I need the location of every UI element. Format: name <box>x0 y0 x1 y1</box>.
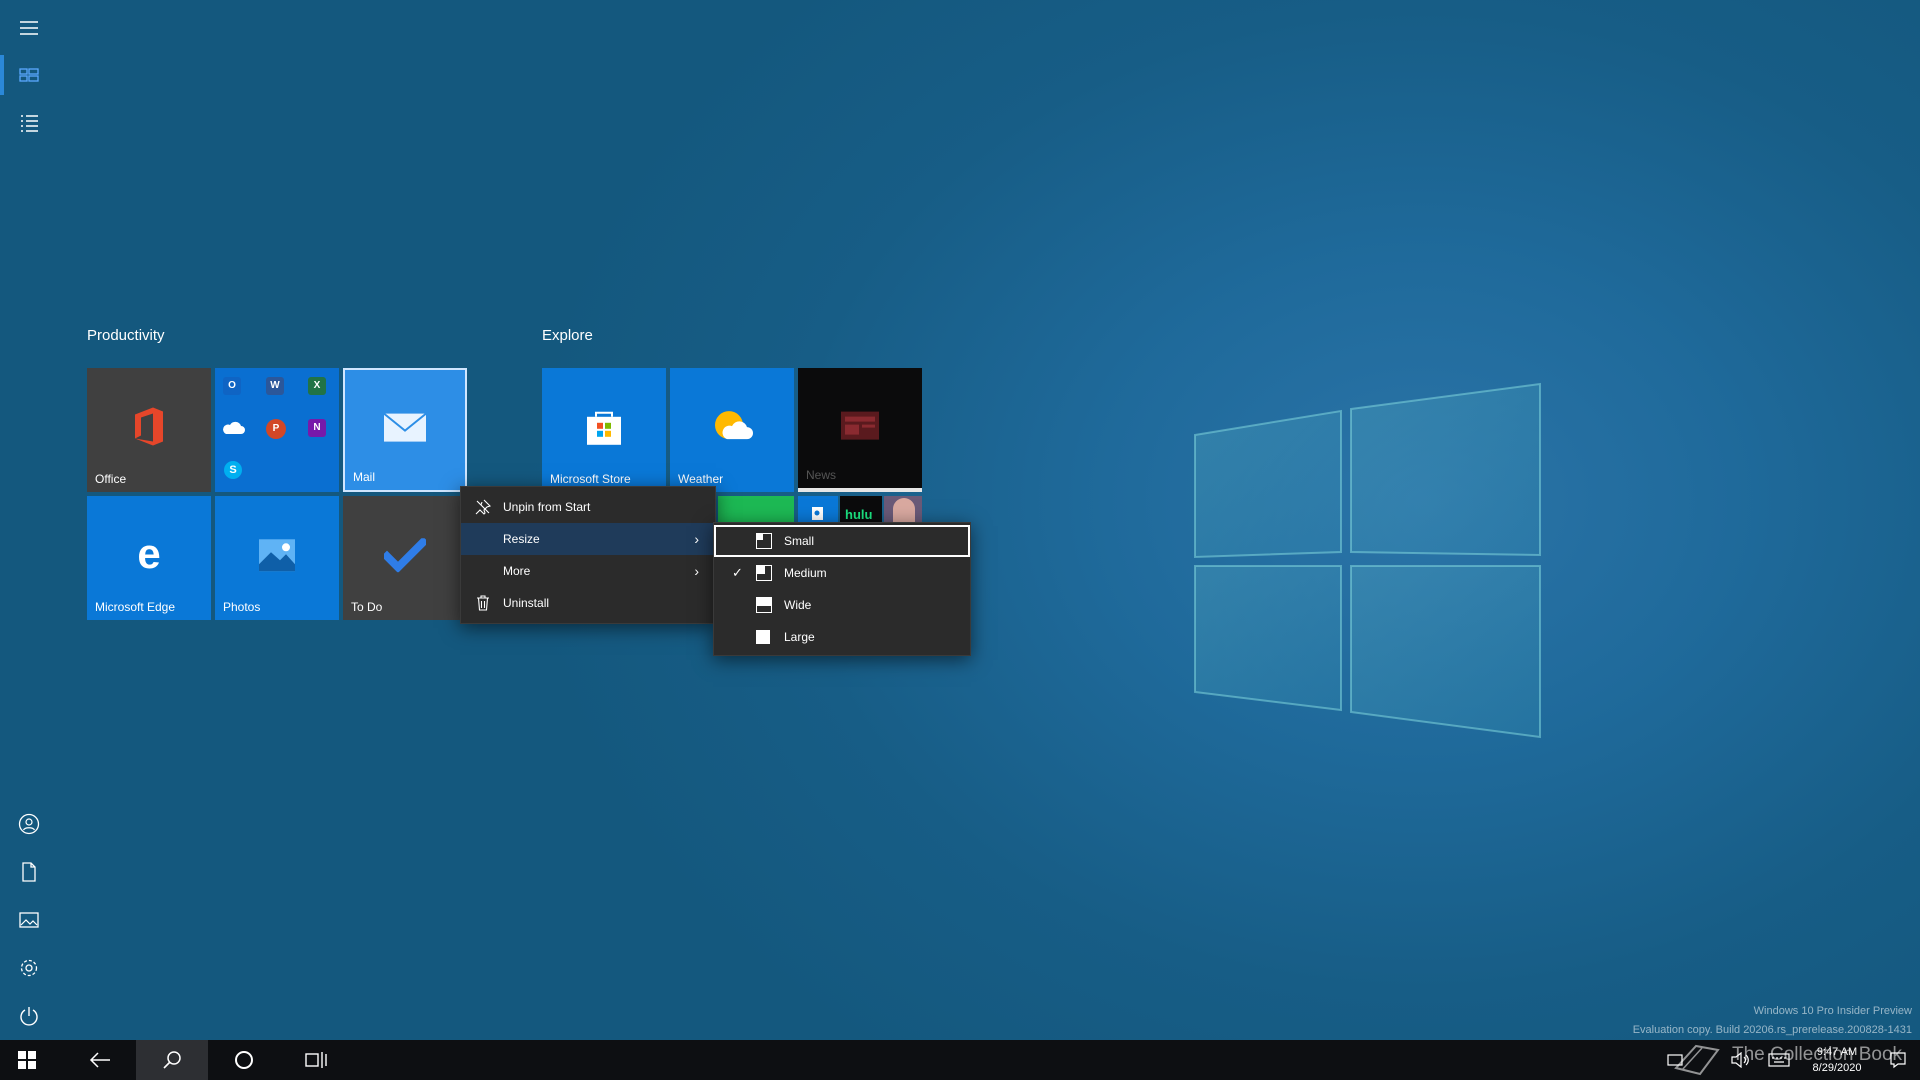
weather-icon <box>715 411 753 440</box>
tile-news[interactable]: News <box>798 368 922 492</box>
context-menu: Unpin from Start Resize › More › Uninsta… <box>460 486 716 624</box>
watermark-build: Evaluation copy. Build 20206.rs_prerelea… <box>1632 1024 1912 1036</box>
user-icon <box>18 813 40 835</box>
pinned-tiles-button[interactable] <box>0 51 58 99</box>
user-account-button[interactable] <box>0 800 58 848</box>
start-left-rail <box>0 0 58 1040</box>
search-icon <box>163 1051 181 1069</box>
menu-item-large[interactable]: Large <box>714 621 970 653</box>
checkmark-icon: ✓ <box>732 565 743 580</box>
size-small-icon <box>756 533 772 549</box>
photos-icon <box>259 539 295 572</box>
mail-icon <box>383 412 427 442</box>
arrow-left-icon <box>89 1052 110 1068</box>
menu-item-wide[interactable]: Wide <box>714 589 970 621</box>
hamburger-menu-button[interactable] <box>0 4 58 52</box>
size-large-icon <box>756 630 770 644</box>
office-icon <box>135 407 163 446</box>
tile-label: News <box>806 468 837 482</box>
menu-item-uninstall[interactable]: Uninstall <box>461 587 715 619</box>
taskbar: 9:47 AM 8/29/2020 <box>0 1040 1920 1080</box>
pictures-button[interactable] <box>0 896 58 944</box>
menu-item-more[interactable]: More › <box>461 555 715 587</box>
book-logo-icon <box>1674 1044 1720 1076</box>
tiles-icon <box>19 68 39 82</box>
tile-label: Mail <box>353 470 376 484</box>
edge-icon: e <box>137 535 160 575</box>
game-art-icon <box>893 498 915 524</box>
tile-solitaire-partial[interactable] <box>798 496 838 524</box>
tile-office[interactable]: Office <box>87 368 211 492</box>
group-title-explore[interactable]: Explore <box>542 327 593 344</box>
tile-weather[interactable]: Weather <box>670 368 794 492</box>
overlay-watermark-text: The Collection Book <box>1732 1044 1903 1065</box>
hulu-logo: hulu <box>845 507 873 522</box>
tile-label: Office <box>95 472 127 486</box>
tile-spotify-partial[interactable] <box>718 496 794 524</box>
picture-icon <box>19 912 39 928</box>
menu-item-unpin[interactable]: Unpin from Start <box>461 491 715 523</box>
unpin-icon <box>475 499 491 515</box>
tile-hulu-partial[interactable]: hulu <box>840 496 882 524</box>
all-apps-button[interactable] <box>0 99 58 147</box>
checkmark-icon <box>384 538 426 573</box>
news-icon <box>841 411 879 440</box>
tile-label: Microsoft Edge <box>95 600 176 614</box>
chevron-right-icon: › <box>694 563 699 579</box>
excel-icon: X <box>308 377 326 395</box>
tile-photos[interactable]: Photos <box>215 496 339 620</box>
tile-office-apps-folder[interactable]: O W X P N S <box>215 368 339 492</box>
documents-button[interactable] <box>0 848 58 896</box>
cortana-icon <box>235 1051 253 1069</box>
watermark-edition: Windows 10 Pro Insider Preview <box>1753 1005 1912 1017</box>
store-icon <box>587 411 621 445</box>
task-view-icon <box>305 1052 327 1068</box>
tile-to-do[interactable]: To Do <box>343 496 467 620</box>
tile-game-partial[interactable] <box>884 496 922 524</box>
tile-microsoft-edge[interactable]: e Microsoft Edge <box>87 496 211 620</box>
menu-item-small[interactable]: Small <box>714 525 970 557</box>
power-icon <box>20 1007 38 1026</box>
outlook-icon: O <box>223 377 241 395</box>
menu-item-medium[interactable]: ✓ Medium <box>714 557 970 589</box>
back-button[interactable] <box>64 1040 136 1080</box>
svg-text:e: e <box>137 535 160 575</box>
gear-icon <box>20 959 38 977</box>
size-medium-icon <box>756 565 772 581</box>
tile-label: Photos <box>223 600 261 614</box>
cards-icon <box>812 507 823 520</box>
tile-label: Weather <box>678 472 724 486</box>
hamburger-icon <box>20 21 38 35</box>
list-icon <box>21 115 38 132</box>
group-title-productivity[interactable]: Productivity <box>87 327 165 344</box>
settings-button[interactable] <box>0 944 58 992</box>
size-wide-icon <box>756 597 772 613</box>
onenote-icon: N <box>308 419 326 437</box>
windows-logo-icon <box>18 1051 36 1069</box>
skype-icon: S <box>224 461 242 479</box>
chevron-right-icon: › <box>694 531 699 547</box>
word-icon: W <box>266 377 284 395</box>
power-button[interactable] <box>0 992 58 1040</box>
trash-icon <box>475 595 491 611</box>
task-view-button[interactable] <box>280 1040 352 1080</box>
cortana-button[interactable] <box>208 1040 280 1080</box>
document-icon <box>22 862 36 882</box>
tile-microsoft-store[interactable]: Microsoft Store <box>542 368 666 492</box>
overlay-watermark: The Collection Book <box>1668 1038 1914 1078</box>
start-button[interactable] <box>0 1040 54 1080</box>
tile-label: To Do <box>351 600 383 614</box>
resize-submenu: Small ✓ Medium Wide Large <box>713 522 971 656</box>
tile-label: Microsoft Store <box>550 472 631 486</box>
menu-item-resize[interactable]: Resize › <box>461 523 715 555</box>
search-button[interactable] <box>136 1040 208 1080</box>
onedrive-icon <box>223 421 245 434</box>
powerpoint-icon: P <box>266 419 286 439</box>
tile-mail[interactable]: Mail <box>343 368 467 492</box>
